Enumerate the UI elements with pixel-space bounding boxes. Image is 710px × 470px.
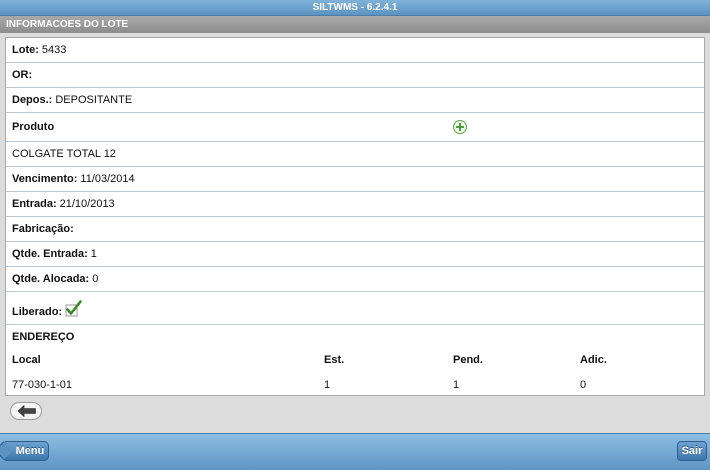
qtde-alocada-value: 0 — [92, 273, 99, 285]
app-title-bar: SILTWMS - 6.2.4.1 — [0, 0, 710, 16]
liberado-label: Liberado: — [12, 306, 63, 318]
entrada-row: Entrada: 21/10/2013 — [6, 192, 704, 217]
checkmark-icon[interactable] — [65, 300, 82, 317]
qtde-alocada-row: Qtde. Alocada: 0 — [6, 267, 704, 292]
col-header-pend: Pend. — [453, 354, 483, 366]
section-header: INFORMACOES DO LOTE — [0, 16, 710, 33]
qtde-alocada-label: Qtde. Alocada: — [12, 273, 90, 285]
vencimento-value: 11/03/2014 — [80, 173, 135, 185]
cell-adic: 0 — [580, 379, 587, 391]
fabricacao-label: Fabricação: — [12, 223, 74, 235]
depos-value: DEPOSITANTE — [55, 94, 133, 106]
back-button[interactable] — [10, 402, 42, 420]
col-header-adic: Adic. — [580, 354, 607, 366]
lot-info-panel: Lote: 5433 OR: Depos.: DEPOSITANTE Produ… — [5, 37, 705, 396]
produto-label: Produto — [12, 121, 55, 133]
lote-row: Lote: 5433 — [6, 38, 704, 63]
footer-bar — [0, 433, 710, 470]
depos-label: Depos.: — [12, 94, 53, 106]
section-title: INFORMACOES DO LOTE — [6, 19, 129, 30]
endereco-section: ENDEREÇO Local Est. Pend. Adic. 77-030-1… — [6, 325, 704, 395]
qtde-entrada-value: 1 — [90, 248, 97, 260]
lote-value: 5433 — [41, 44, 67, 56]
endereco-title: ENDEREÇO — [12, 331, 75, 343]
cell-pend: 1 — [453, 379, 460, 391]
vencimento-label: Vencimento: — [12, 173, 78, 185]
qtde-entrada-label: Qtde. Entrada: — [12, 248, 88, 260]
fabricacao-row: Fabricação: — [6, 217, 704, 242]
liberado-row: Liberado: — [6, 292, 704, 325]
depos-row: Depos.: DEPOSITANTE — [6, 88, 704, 113]
or-row: OR: — [6, 63, 704, 88]
col-header-local: Local — [12, 354, 41, 366]
plus-circle-icon[interactable] — [453, 120, 467, 134]
or-label: OR: — [12, 69, 33, 81]
qtde-entrada-row: Qtde. Entrada: 1 — [6, 242, 704, 267]
menu-button[interactable]: Menu — [3, 441, 49, 461]
cell-local: 77-030-1-01 — [12, 379, 72, 391]
produto-name-row: COLGATE TOTAL 12 — [6, 142, 704, 167]
sair-button[interactable]: Sair — [677, 441, 707, 461]
lote-label: Lote: — [12, 44, 39, 56]
entrada-value: 21/10/2013 — [59, 198, 115, 210]
produto-row: Produto — [6, 113, 704, 142]
produto-name: COLGATE TOTAL 12 — [12, 148, 116, 160]
entrada-label: Entrada: — [12, 198, 57, 210]
app-title: SILTWMS - 6.2.4.1 — [312, 2, 398, 13]
vencimento-row: Vencimento: 11/03/2014 — [6, 167, 704, 192]
col-header-est: Est. — [324, 354, 345, 366]
cell-est: 1 — [324, 379, 331, 391]
